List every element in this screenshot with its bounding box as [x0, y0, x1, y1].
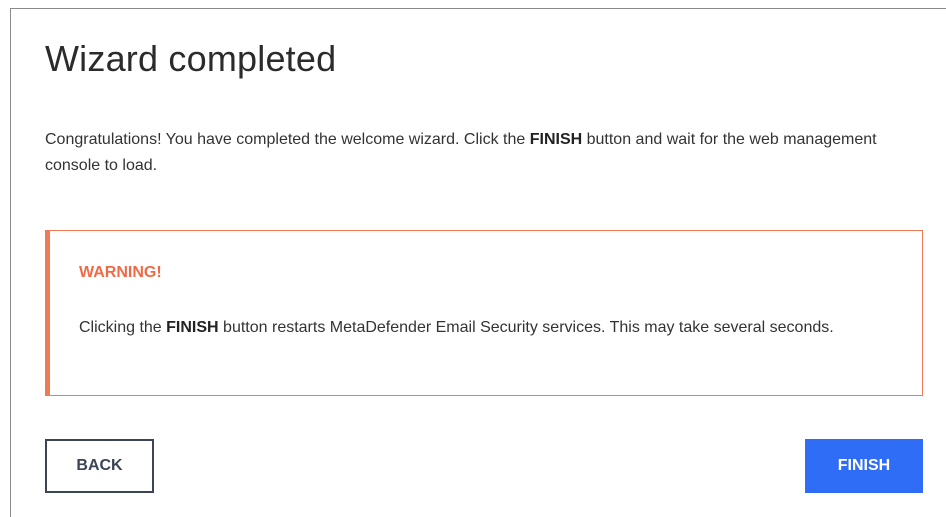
intro-text-part1: Congratulations! You have completed the … [45, 131, 530, 148]
warning-finish-emphasis: FINISH [166, 319, 219, 336]
warning-callout: WARNING! Clicking the FINISH button rest… [45, 230, 923, 396]
page-title: Wizard completed [45, 38, 337, 79]
warning-text: Clicking the FINISH button restarts Meta… [79, 315, 879, 341]
warning-title: WARNING! [79, 264, 162, 281]
intro-finish-emphasis: FINISH [529, 131, 583, 148]
finish-button[interactable]: FINISH [805, 439, 923, 493]
back-button[interactable]: BACK [45, 439, 154, 493]
warning-text-part1: Clicking the [79, 319, 167, 336]
wizard-panel: Wizard completed Congratulations! You ha… [10, 8, 946, 517]
warning-text-part2: button restarts MetaDefender Email Secur… [218, 319, 834, 336]
intro-text: Congratulations! You have completed the … [45, 127, 915, 179]
